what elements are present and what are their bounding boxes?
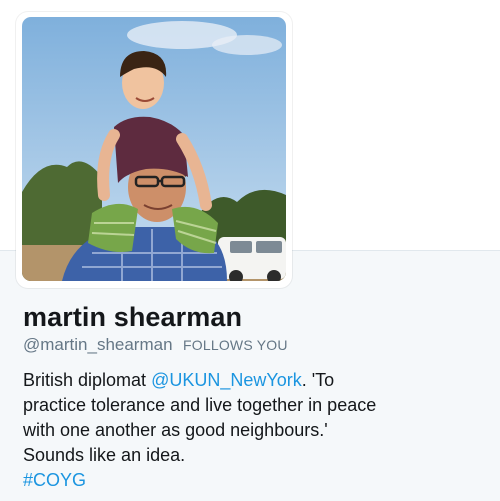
bio-mention-link[interactable]: @UKUN_NewYork [151,370,302,390]
follows-you-badge: FOLLOWS YOU [183,337,288,353]
avatar[interactable] [22,17,286,281]
bio-hashtag-link[interactable]: #COYG [23,470,86,490]
handle-row: @martin_shearman FOLLOWS YOU [23,335,288,355]
bio-text-start: British diplomat [23,370,152,390]
profile-bio: British diplomat @UKUN_NewYork. 'To prac… [23,368,383,493]
profile-name[interactable]: martin shearman [23,302,242,333]
profile-handle[interactable]: @martin_shearman [23,335,173,354]
